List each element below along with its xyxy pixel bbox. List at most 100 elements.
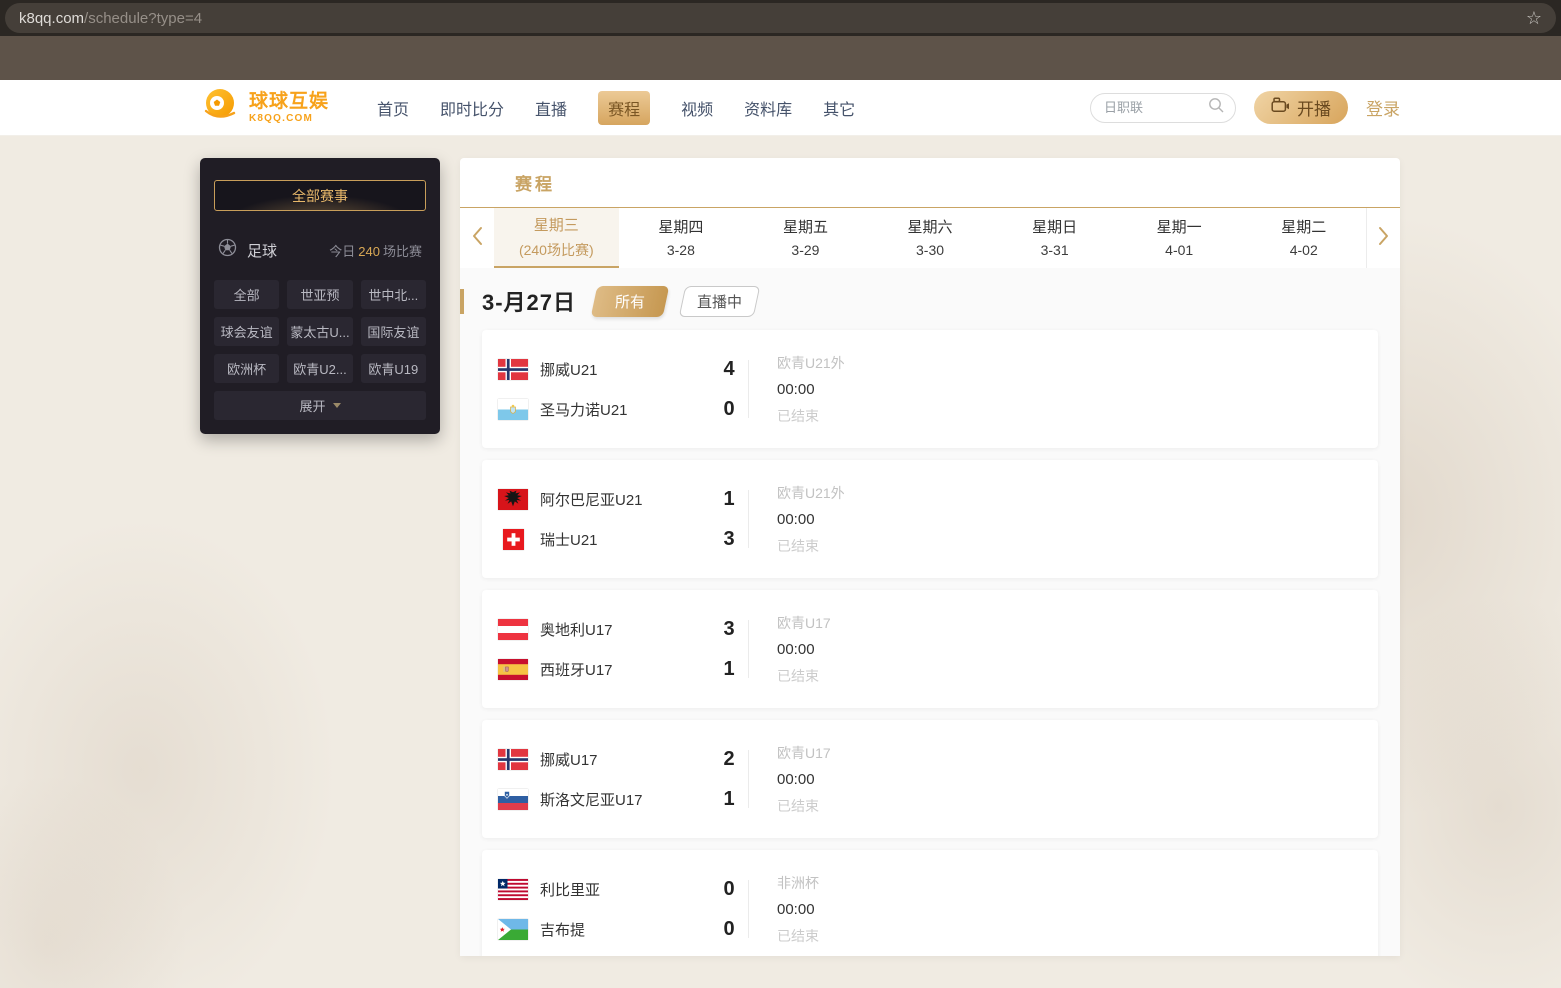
address-bar[interactable]: k8qq.com/schedule?type=4 ☆ — [5, 3, 1556, 33]
divider — [748, 750, 749, 808]
tab-day-label: 星期二 — [1281, 219, 1327, 236]
search-icon[interactable] — [1208, 97, 1225, 119]
match-count-number: 240 — [358, 243, 380, 259]
sidebar-item-football[interactable]: 足球 今日 240 场比赛 — [214, 238, 426, 262]
divider — [748, 360, 749, 418]
filter-all-pill[interactable]: 所有 — [590, 285, 670, 317]
bookmark-star-icon[interactable]: ☆ — [1526, 9, 1542, 27]
match-status: 已结束 — [777, 667, 819, 684]
home-team-name: 阿尔巴尼亚U21 — [540, 491, 643, 509]
logo-domain: K8QQ.COM — [249, 112, 314, 124]
nav-item-直播[interactable]: 直播 — [535, 96, 567, 120]
home-team-score: 2 — [723, 747, 735, 770]
league-filter-button[interactable]: 欧青U2... — [287, 354, 353, 383]
league-name: 欧青U17 — [777, 614, 831, 631]
nav-item-首页[interactable]: 首页 — [377, 96, 409, 120]
away-team-flag-icon — [498, 788, 528, 810]
tab-date-label: 3-28 — [666, 242, 695, 258]
search-input[interactable] — [1104, 100, 1208, 115]
league-filter-button[interactable]: 蒙太古U... — [287, 317, 353, 346]
away-team-flag-icon — [498, 398, 528, 420]
date-row: 3-月27日 所有 直播中 — [460, 284, 1378, 318]
day-tab[interactable]: 星期六 3-30 — [868, 208, 993, 268]
all-events-button[interactable]: 全部赛事 — [214, 180, 426, 211]
away-team-name: 斯洛文尼亚U17 — [540, 791, 643, 809]
nav-item-其它[interactable]: 其它 — [823, 96, 855, 120]
match-time: 00:00 — [777, 510, 815, 528]
soccer-ball-icon — [218, 238, 237, 262]
tab-day-label: 星期五 — [782, 219, 828, 236]
tab-day-label: 星期日 — [1032, 219, 1078, 236]
away-team-score: 1 — [723, 657, 735, 680]
day-tab[interactable]: 星期日 3-31 — [992, 208, 1117, 268]
site-logo[interactable]: 球球互娱 K8QQ.COM — [200, 85, 329, 130]
away-team-score: 3 — [723, 527, 735, 550]
chevron-right-icon — [1378, 226, 1389, 251]
schedule-panel: 赛程 星期三 (240场比赛) 星期四 3-28 星期五 3-29 星期六 3-… — [460, 158, 1400, 956]
tabs-next-button[interactable] — [1366, 208, 1400, 268]
match-time: 00:00 — [777, 770, 815, 788]
nav-item-视频[interactable]: 视频 — [681, 96, 713, 120]
day-tab[interactable]: 星期五 3-29 — [743, 208, 868, 268]
divider — [748, 620, 749, 678]
home-team-flag-icon — [498, 878, 528, 900]
day-tab[interactable]: 星期一 4-01 — [1117, 208, 1242, 268]
top-banner — [0, 36, 1561, 80]
match-card[interactable]: 挪威U21 4 圣马力诺U21 0 欧青U21外 00:00 已结束 — [482, 330, 1378, 448]
home-team-score: 0 — [723, 877, 735, 900]
away-team-row: 圣马力诺U21 0 — [498, 398, 744, 421]
tabs-prev-button[interactable] — [460, 208, 494, 268]
away-team-name: 圣马力诺U21 — [540, 401, 628, 419]
panel-title: 赛程 — [460, 158, 1400, 208]
match-card[interactable]: 挪威U17 2 斯洛文尼亚U17 1 欧青U17 00:00 已结束 — [482, 720, 1378, 838]
logo-ball-icon — [200, 85, 240, 130]
league-filter-button[interactable]: 欧青U19 — [360, 354, 426, 383]
nav-item-赛程[interactable]: 赛程 — [598, 90, 651, 125]
day-tab[interactable]: 星期三 (240场比赛) — [494, 208, 619, 268]
home-team-row: 挪威U21 4 — [498, 358, 744, 381]
home-team-name: 挪威U21 — [540, 361, 598, 379]
tab-date-label: 3-29 — [791, 242, 820, 258]
search-box[interactable] — [1090, 92, 1236, 123]
match-card[interactable]: 利比里亚 0 吉布提 0 非洲杯 00:00 已结束 — [482, 850, 1378, 956]
league-filter-button[interactable]: 欧洲杯 — [214, 354, 280, 383]
home-team-score: 4 — [723, 357, 735, 380]
league-filter-button[interactable]: 世亚预 — [287, 280, 353, 309]
league-filter-button[interactable]: 全部 — [214, 280, 280, 309]
league-filter-button[interactable]: 球会友谊 — [214, 317, 280, 346]
day-tab[interactable]: 星期二 4-02 — [1241, 208, 1366, 268]
nav-item-资料库[interactable]: 资料库 — [744, 96, 792, 120]
match-list: 挪威U21 4 圣马力诺U21 0 欧青U21外 00:00 已结束 阿尔巴尼亚… — [482, 330, 1378, 956]
away-team-name: 瑞士U21 — [540, 531, 598, 549]
league-filter-button[interactable]: 国际友谊 — [360, 317, 426, 346]
login-link[interactable]: 登录 — [1366, 95, 1400, 120]
nav-item-即时比分[interactable]: 即时比分 — [440, 96, 504, 120]
home-team-flag-icon — [498, 488, 528, 510]
site-header: 球球互娱 K8QQ.COM 首页 即时比分 直播 赛程 视频 资料库 其它 开播 登录 — [0, 80, 1561, 136]
match-card[interactable]: 奥地利U17 3 西班牙U17 1 欧青U17 00:00 已结束 — [482, 590, 1378, 708]
day-tab[interactable]: 星期四 3-28 — [619, 208, 744, 268]
league-name: 非洲杯 — [777, 874, 819, 891]
main-nav: 首页 即时比分 直播 赛程 视频 资料库 其它 — [377, 90, 855, 125]
day-tabs: 星期三 (240场比赛) 星期四 3-28 星期五 3-29 星期六 3-30 … — [494, 208, 1366, 268]
league-filter-button[interactable]: 世中北... — [360, 280, 426, 309]
match-status: 已结束 — [777, 537, 819, 554]
day-tabs-row: 星期三 (240场比赛) 星期四 3-28 星期五 3-29 星期六 3-30 … — [460, 208, 1400, 268]
expand-button[interactable]: 展开 — [214, 391, 426, 420]
match-time: 00:00 — [777, 380, 815, 398]
home-team-score: 3 — [723, 617, 735, 640]
league-name: 欧青U17 — [777, 744, 831, 761]
match-time: 00:00 — [777, 900, 815, 918]
filter-live-pill[interactable]: 直播中 — [678, 285, 761, 317]
browser-chrome: k8qq.com/schedule?type=4 ☆ — [0, 0, 1561, 36]
league-filter-grid: 全部 世亚预 世中北... 球会友谊 蒙太古U... 国际友谊欧洲杯 欧青U2... 欧青U1… — [214, 280, 426, 383]
broadcast-label: 开播 — [1297, 100, 1331, 119]
broadcast-button[interactable]: 开播 — [1254, 91, 1348, 124]
tab-date-label: 4-02 — [1289, 242, 1318, 258]
match-card[interactable]: 阿尔巴尼亚U21 1 瑞士U21 3 欧青U21外 00:00 已结束 — [482, 460, 1378, 578]
away-team-row: 瑞士U21 3 — [498, 528, 744, 551]
league-name: 欧青U21外 — [777, 484, 845, 501]
date-heading: 3-月27日 — [482, 290, 577, 315]
match-time: 00:00 — [777, 640, 815, 658]
match-status: 已结束 — [777, 797, 819, 814]
